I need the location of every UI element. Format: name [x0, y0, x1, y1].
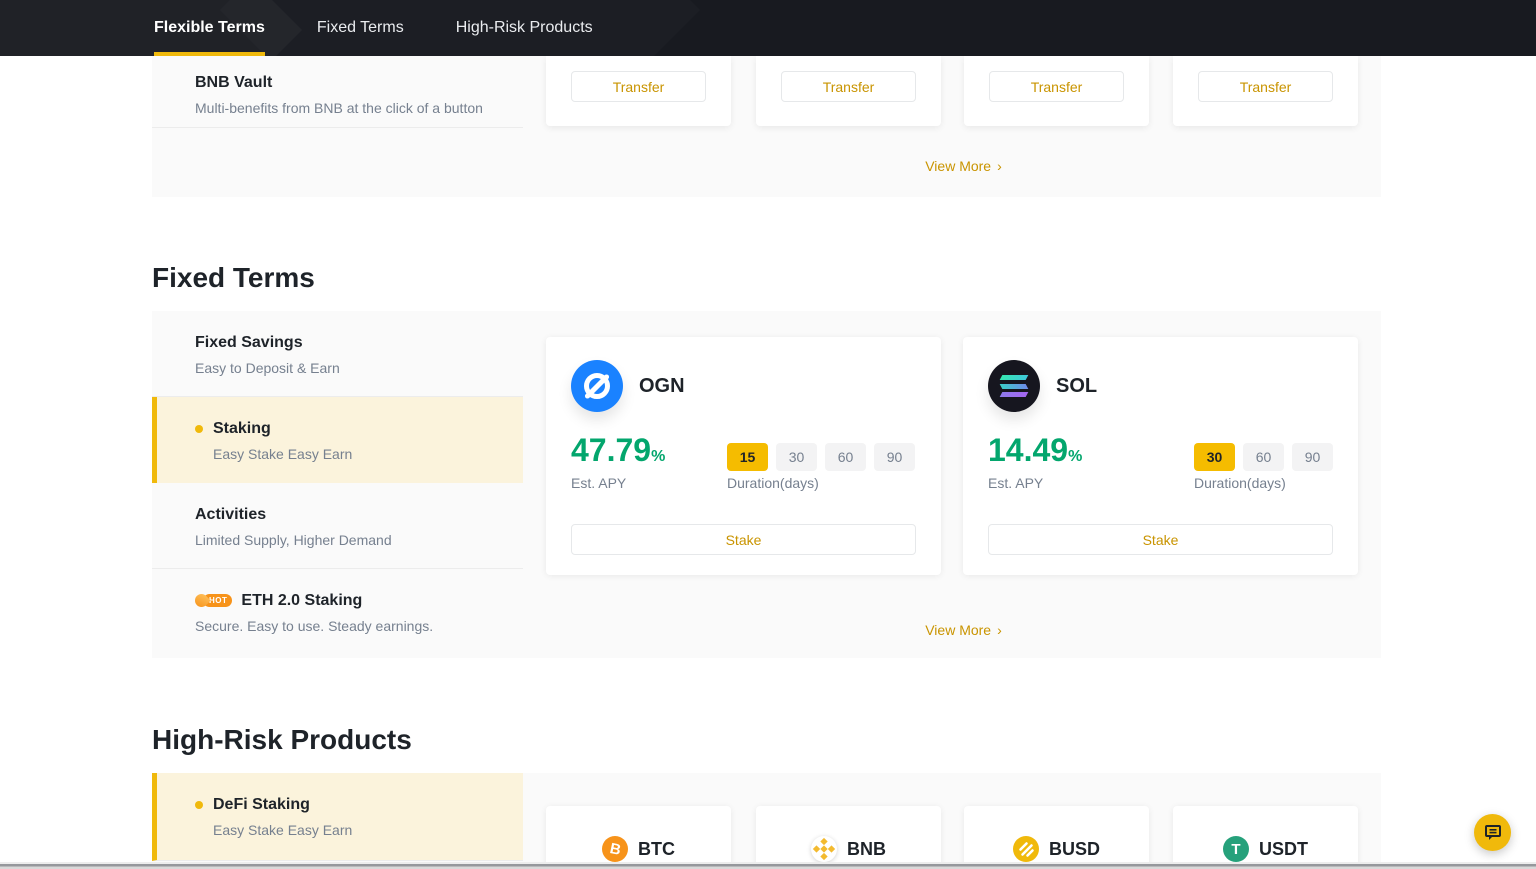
apy-label: Est. APY — [571, 475, 626, 491]
duration-pill-90[interactable]: 90 — [874, 443, 915, 471]
coin-card-bnb[interactable]: BNB — [756, 806, 941, 869]
transfer-button[interactable]: Transfer — [781, 71, 916, 102]
duration-pill-90[interactable]: 90 — [1292, 443, 1333, 471]
bnb-vault-item[interactable]: BNB Vault Multi-benefits from BNB at the… — [195, 73, 483, 116]
duration-pills: 30 60 90 — [1194, 443, 1333, 471]
sidebar-item-subtitle: Easy Stake Easy Earn — [213, 822, 505, 838]
product-subtitle: Multi-benefits from BNB at the click of … — [195, 100, 483, 116]
chevron-right-icon: › — [997, 622, 1002, 638]
duration-pills: 15 30 60 90 — [727, 443, 915, 471]
asset-card: Transfer — [964, 56, 1149, 126]
duration-pill-15[interactable]: 15 — [727, 443, 768, 471]
apy-label: Est. APY — [988, 475, 1043, 491]
apy-value: 47.79% — [571, 432, 665, 469]
sidebar-item-activities[interactable]: Activities Limited Supply, Higher Demand — [152, 483, 523, 569]
duration-label: Duration(days) — [727, 475, 819, 491]
usdt-icon: T — [1223, 836, 1249, 862]
apy-number: 47.79 — [571, 432, 651, 468]
stake-card-sol: SOL 14.49% Est. APY 30 60 90 Duration(da… — [963, 337, 1358, 575]
stake-card-ogn: OGN 47.79% Est. APY 15 30 60 90 Duration… — [546, 337, 941, 575]
asset-card: Transfer — [546, 56, 731, 126]
duration-pill-60[interactable]: 60 — [1243, 443, 1284, 471]
sidebar-item-title: ETH 2.0 Staking — [241, 591, 362, 610]
tab-fixed-terms[interactable]: Fixed Terms — [317, 0, 404, 56]
earn-page: Flexible Terms Fixed Terms High-Risk Pro… — [0, 0, 1536, 869]
view-more-label: View More — [925, 622, 991, 638]
sidebar-item-eth2-staking[interactable]: HOT ETH 2.0 Staking Secure. Easy to use.… — [152, 569, 523, 658]
sidebar-item-subtitle: Secure. Easy to use. Steady earnings. — [195, 618, 505, 634]
transfer-button[interactable]: Transfer — [571, 71, 706, 102]
stake-button[interactable]: Stake — [571, 524, 916, 555]
active-dot-icon — [195, 425, 203, 433]
apy-unit: % — [651, 448, 665, 465]
view-more-label: View More — [925, 158, 991, 174]
fixed-terms-section: Fixed Savings Easy to Deposit & Earn Sta… — [152, 311, 1381, 658]
duration-pill-30[interactable]: 30 — [776, 443, 817, 471]
high-risk-section: DeFi Staking Easy Stake Easy Earn B BTC — [152, 773, 1381, 869]
high-risk-heading: High-Risk Products — [152, 724, 412, 756]
sidebar-item-title: Activities — [195, 505, 266, 524]
top-nav: Flexible Terms Fixed Terms High-Risk Pro… — [0, 0, 1536, 56]
coin-name: OGN — [639, 375, 685, 398]
sidebar-item-subtitle: Limited Supply, Higher Demand — [195, 532, 505, 548]
sidebar-item-title: Staking — [213, 419, 271, 438]
sidebar-item-title: DeFi Staking — [213, 795, 310, 814]
apy-unit: % — [1068, 448, 1082, 465]
coin-symbol: BNB — [847, 839, 886, 860]
chat-support-button[interactable] — [1474, 814, 1511, 851]
sol-coin-icon — [988, 360, 1040, 412]
tab-high-risk-products[interactable]: High-Risk Products — [456, 0, 593, 56]
asset-card: Transfer — [1173, 56, 1358, 126]
coin-card-usdt[interactable]: T USDT — [1173, 806, 1358, 869]
transfer-button[interactable]: Transfer — [1198, 71, 1333, 102]
ogn-coin-icon — [571, 360, 623, 412]
chevron-right-icon: › — [997, 158, 1002, 174]
sidebar-item-title: Fixed Savings — [195, 333, 303, 352]
coin-card-busd[interactable]: BUSD — [964, 806, 1149, 869]
view-more-link[interactable]: View More › — [546, 158, 1381, 174]
view-more-link[interactable]: View More › — [546, 622, 1381, 638]
coin-card-btc[interactable]: B BTC — [546, 806, 731, 869]
busd-icon — [1013, 836, 1039, 862]
coin-symbol: BTC — [638, 839, 675, 860]
sidebar-item-subtitle: Easy to Deposit & Earn — [195, 360, 505, 376]
fixed-terms-heading: Fixed Terms — [152, 262, 315, 294]
bnb-icon — [811, 836, 837, 862]
apy-number: 14.49 — [988, 432, 1068, 468]
sidebar-item-defi-staking[interactable]: DeFi Staking Easy Stake Easy Earn — [152, 773, 523, 861]
coin-symbol: USDT — [1259, 839, 1308, 860]
chat-bubble-icon — [1484, 824, 1502, 841]
transfer-button[interactable]: Transfer — [989, 71, 1124, 102]
stake-button[interactable]: Stake — [988, 524, 1333, 555]
hot-badge-icon: HOT — [195, 594, 232, 607]
product-title: BNB Vault — [195, 73, 483, 92]
sidebar-item-fixed-savings[interactable]: Fixed Savings Easy to Deposit & Earn — [152, 311, 523, 397]
sidebar-item-staking[interactable]: Staking Easy Stake Easy Earn — [152, 397, 523, 483]
btc-icon: B — [602, 836, 628, 862]
flexible-terms-section: BNB Vault Multi-benefits from BNB at the… — [152, 56, 1381, 197]
apy-value: 14.49% — [988, 432, 1082, 469]
duration-pill-60[interactable]: 60 — [825, 443, 866, 471]
active-dot-icon — [195, 801, 203, 809]
sidebar-item-subtitle: Easy Stake Easy Earn — [213, 446, 505, 462]
asset-card: Transfer — [756, 56, 941, 126]
coin-symbol: BUSD — [1049, 839, 1100, 860]
coin-name: SOL — [1056, 375, 1097, 398]
duration-pill-30[interactable]: 30 — [1194, 443, 1235, 471]
divider — [152, 127, 523, 128]
duration-label: Duration(days) — [1194, 475, 1286, 491]
window-bottom-edge — [0, 862, 1536, 869]
tab-flexible-terms[interactable]: Flexible Terms — [154, 0, 265, 56]
